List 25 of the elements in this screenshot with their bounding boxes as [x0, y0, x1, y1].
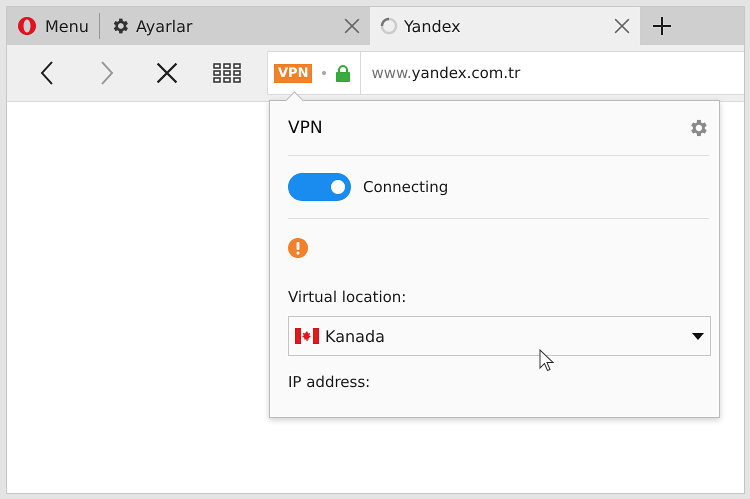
browser-tab[interactable]: Ayarlar	[100, 7, 370, 45]
close-tab-button[interactable]	[344, 18, 360, 34]
tab-title: Ayarlar	[136, 16, 194, 36]
url-text: www.yandex.com.tr	[371, 64, 520, 82]
tab-title: Yandex	[404, 16, 462, 36]
address-bar[interactable]: VPN www.yandex.com.tr	[267, 51, 744, 95]
mouse-cursor-icon	[539, 349, 554, 372]
close-tab-button[interactable]	[614, 18, 630, 34]
connection-status: Connecting	[363, 178, 448, 196]
popup-title: VPN	[288, 118, 323, 138]
location-label: Virtual location:	[288, 288, 406, 306]
grid-icon	[213, 63, 241, 83]
close-icon	[156, 62, 178, 84]
close-icon	[344, 18, 360, 34]
caret-icon	[692, 332, 704, 340]
close-icon	[614, 18, 630, 34]
vpn-toggle[interactable]	[288, 173, 351, 201]
plus-icon	[652, 16, 672, 36]
menu-button[interactable]: Menu	[7, 13, 100, 39]
opera-logo-icon	[17, 16, 37, 36]
location-dropdown[interactable]: Kanada	[288, 316, 711, 356]
flag-icon	[295, 328, 319, 344]
ip-label: IP address:	[288, 373, 370, 391]
browser-tab[interactable]: Yandex	[370, 7, 640, 45]
loading-spinner-icon	[380, 17, 398, 35]
